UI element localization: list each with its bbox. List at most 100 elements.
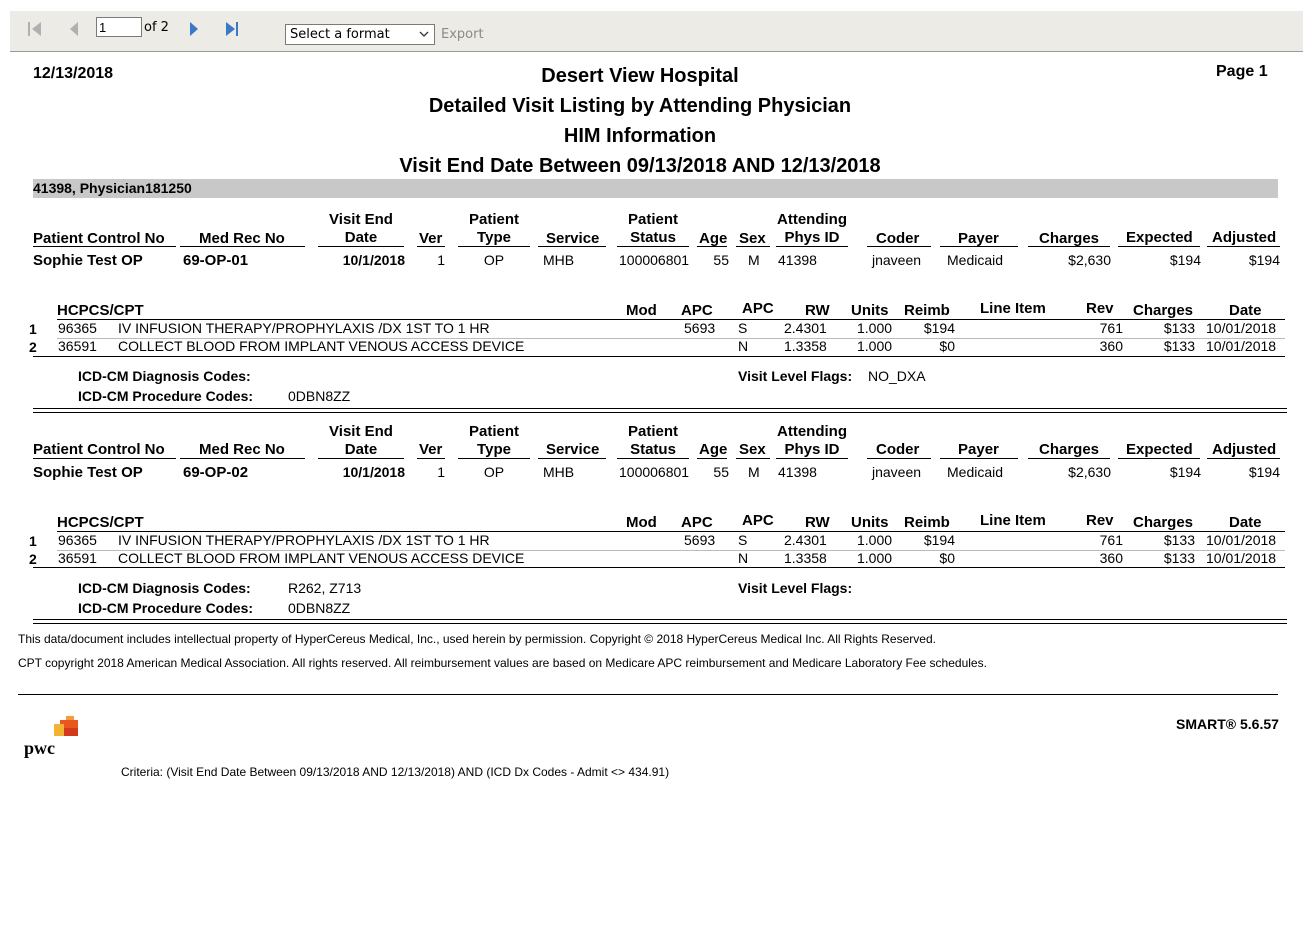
report-subtitle: HIM Information bbox=[563, 125, 717, 147]
col-rw: RW bbox=[805, 514, 830, 531]
age: 55 bbox=[713, 464, 729, 480]
col-ver: Ver bbox=[419, 441, 443, 458]
col-mod: Mod bbox=[626, 514, 657, 531]
export-link[interactable]: Export bbox=[441, 27, 484, 42]
visit-end-date: 10/1/2018 bbox=[342, 252, 405, 268]
age: 55 bbox=[713, 252, 729, 268]
hcpcs-code: 96365 bbox=[58, 532, 97, 548]
line-date: 10/01/2018 bbox=[1206, 320, 1277, 336]
first-page-icon[interactable] bbox=[26, 20, 44, 38]
apc: 5693 bbox=[684, 320, 716, 336]
col-visit-end-date: Visit End bbox=[329, 211, 393, 228]
col-age: Age bbox=[699, 441, 728, 458]
hcpcs-description: IV INFUSION THERAPY/PROPHYLAXIS /DX 1ST … bbox=[118, 532, 490, 548]
last-page-icon[interactable] bbox=[223, 20, 241, 38]
col-visit-end-date-2: Date bbox=[344, 229, 378, 246]
export-format-select[interactable]: Select a format bbox=[285, 24, 435, 45]
adjusted: $194 bbox=[1248, 252, 1280, 268]
proc-codes-label: ICD-CM Procedure Codes: bbox=[78, 600, 254, 616]
line-date: 10/01/2018 bbox=[1206, 532, 1277, 548]
previous-page-icon[interactable] bbox=[66, 20, 84, 38]
hcpcs-description: COLLECT BLOOD FROM IMPLANT VENOUS ACCESS… bbox=[118, 338, 525, 354]
col-reimb: Reimb bbox=[904, 514, 950, 531]
line-charges: $133 bbox=[1163, 320, 1195, 336]
col-age: Age bbox=[699, 230, 728, 247]
visit-end-date: 10/1/2018 bbox=[342, 464, 405, 480]
col-apc-status: APC bbox=[742, 512, 774, 529]
col-date: Date bbox=[1229, 302, 1262, 319]
page-number-input[interactable] bbox=[96, 17, 142, 37]
col-visit-end-date-2: Date bbox=[344, 441, 378, 458]
units: 1.000 bbox=[857, 338, 893, 354]
coder: jnaveen bbox=[872, 252, 922, 268]
col-med-rec-no: Med Rec No bbox=[199, 441, 285, 458]
visit-flags: NO_DXA bbox=[868, 368, 926, 384]
copyright-notice: This data/document includes intellectual… bbox=[18, 632, 936, 646]
format-select-value: Select a format bbox=[290, 27, 390, 42]
col-med-rec-no: Med Rec No bbox=[199, 230, 285, 247]
hcpcs-code: 96365 bbox=[58, 320, 97, 336]
patient-control-no: Sophie Test OP bbox=[33, 252, 143, 269]
apc-status: S bbox=[738, 532, 748, 548]
expected: $194 bbox=[1169, 252, 1201, 268]
col-expected: Expected bbox=[1126, 441, 1193, 458]
attending-phys-id: 41398 bbox=[778, 464, 817, 480]
col-patient-status-2: Status bbox=[630, 229, 676, 246]
apc-status: N bbox=[738, 550, 749, 566]
col-coder: Coder bbox=[876, 441, 920, 458]
line-date: 10/01/2018 bbox=[1206, 338, 1277, 354]
col-apc-status: APC bbox=[742, 300, 774, 317]
charges: $2,630 bbox=[1068, 464, 1111, 480]
col-patient-status-2: Status bbox=[630, 441, 676, 458]
col-patient-control-no: Patient Control No bbox=[33, 230, 165, 247]
hcpcs-code: 36591 bbox=[58, 550, 97, 566]
col-hcpcs: HCPCS/CPT bbox=[57, 514, 144, 531]
line-number: 2 bbox=[29, 339, 37, 355]
col-patient-status: Patient bbox=[627, 423, 678, 440]
sex: M bbox=[748, 252, 760, 268]
line-charges: $133 bbox=[1163, 532, 1195, 548]
col-patient-status: Patient bbox=[627, 211, 678, 228]
patient-type: OP bbox=[483, 252, 505, 268]
rw: 2.4301 bbox=[784, 532, 827, 548]
visit-flags-label: Visit Level Flags: bbox=[738, 580, 853, 596]
reimb: $194 bbox=[923, 320, 955, 336]
line-charges: $133 bbox=[1163, 338, 1195, 354]
service: MHB bbox=[543, 252, 575, 268]
patient-type: OP bbox=[483, 464, 505, 480]
reimb: $194 bbox=[923, 532, 955, 548]
line-number: 2 bbox=[29, 551, 37, 567]
chevron-down-icon bbox=[419, 31, 429, 37]
col-expected: Expected bbox=[1126, 229, 1193, 246]
col-sex: Sex bbox=[739, 441, 766, 458]
col-ver: Ver bbox=[419, 230, 443, 247]
patient-status: 100006801 bbox=[619, 252, 690, 268]
col-date: Date bbox=[1229, 514, 1262, 531]
next-page-icon[interactable] bbox=[184, 20, 202, 38]
col-units: Units bbox=[851, 302, 889, 319]
col-payer: Payer bbox=[958, 230, 999, 247]
col-line-charges: Charges bbox=[1133, 302, 1194, 319]
col-rev: Rev bbox=[1086, 300, 1114, 317]
rw: 1.3358 bbox=[784, 338, 827, 354]
dx-codes-label: ICD-CM Diagnosis Codes: bbox=[78, 580, 251, 596]
col-apc: APC bbox=[681, 514, 713, 531]
proc-codes: 0DBN8ZZ bbox=[288, 388, 351, 404]
visit-flags-label: Visit Level Flags: bbox=[738, 368, 853, 384]
col-mod: Mod bbox=[626, 302, 657, 319]
col-sex: Sex bbox=[739, 230, 766, 247]
col-service: Service bbox=[546, 441, 600, 458]
payer: Medicaid bbox=[947, 464, 1004, 480]
col-service: Service bbox=[546, 230, 600, 247]
units: 1.000 bbox=[857, 550, 893, 566]
col-adjusted: Adjusted bbox=[1212, 229, 1277, 246]
col-line-charges: Charges bbox=[1133, 514, 1194, 531]
attending-phys-id: 41398 bbox=[778, 252, 817, 268]
reimb: $0 bbox=[939, 550, 955, 566]
patient-control-no: Sophie Test OP bbox=[33, 464, 143, 481]
col-reimb: Reimb bbox=[904, 302, 950, 319]
col-charges: Charges bbox=[1039, 441, 1100, 458]
col-attending: Attending bbox=[777, 211, 847, 228]
rev: 360 bbox=[1099, 338, 1123, 354]
report-title: Detailed Visit Listing by Attending Phys… bbox=[428, 95, 852, 117]
